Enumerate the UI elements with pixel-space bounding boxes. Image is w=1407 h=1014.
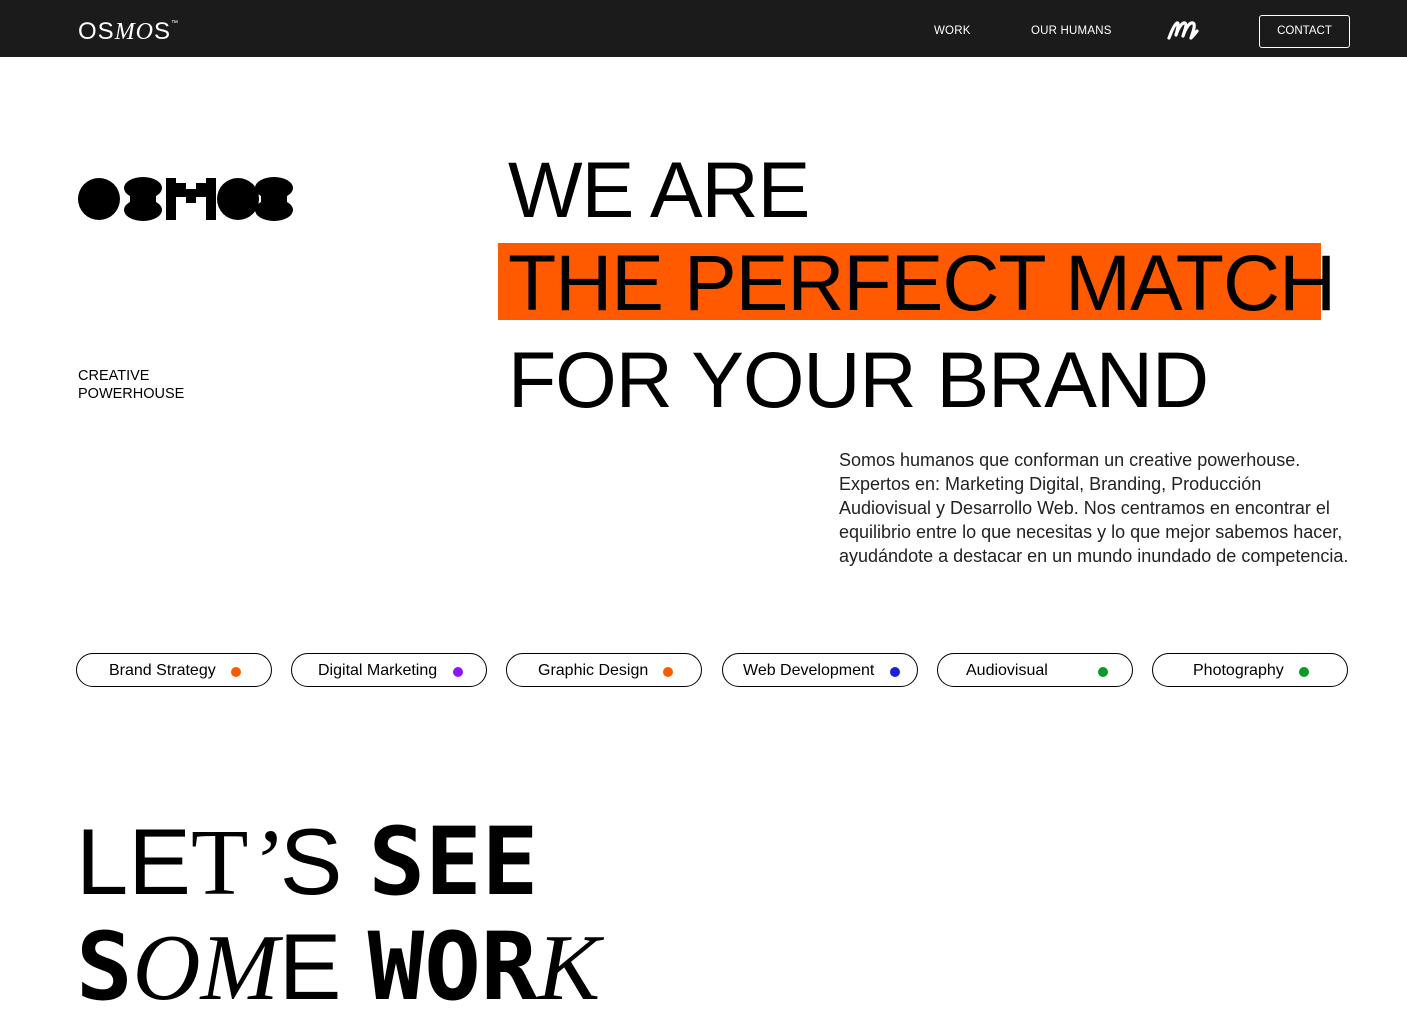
- tagline-line: CREATIVE: [78, 368, 150, 384]
- service-pill-web-development[interactable]: Web Development: [722, 653, 918, 687]
- logo-part: OS: [78, 18, 115, 45]
- logo-part: S: [154, 18, 172, 45]
- tagline: CREATIVE POWERHOUSE: [78, 367, 184, 403]
- pill-label: Audiovisual: [966, 662, 1048, 679]
- title-part: LE: [76, 809, 191, 914]
- service-pill-audiovisual[interactable]: Audiovisual: [937, 653, 1133, 687]
- pill-label: Graphic Design: [538, 662, 649, 679]
- title-part: S: [279, 809, 343, 914]
- title-part: K: [537, 916, 601, 1014]
- title-part: E: [278, 914, 342, 1014]
- title-part: ’: [248, 811, 280, 915]
- pill-label: Brand Strategy: [109, 662, 216, 679]
- contact-button[interactable]: CONTACT: [1259, 15, 1350, 48]
- headline-line-2: THE PERFECT MATCH: [508, 238, 1336, 327]
- top-navbar: OSMOS™ WORK OUR HUMANS CONTACT: [0, 0, 1407, 57]
- osmos-brand-logo: [78, 175, 294, 228]
- title-part: OM: [132, 916, 279, 1014]
- title-part: S: [76, 913, 133, 1014]
- nav-link-our-humans[interactable]: OUR HUMANS: [1031, 25, 1112, 37]
- dot-icon: [453, 667, 463, 677]
- service-pill-digital-marketing[interactable]: Digital Marketing: [291, 653, 487, 687]
- service-pill-brand-strategy[interactable]: Brand Strategy: [76, 653, 272, 687]
- title-part: SEE: [368, 808, 539, 917]
- dot-icon: [890, 667, 900, 677]
- m-logo-icon-svg: [1167, 21, 1199, 40]
- hero-description: Somos humanos que conforman un creative …: [839, 450, 1349, 566]
- title-part: WOR: [367, 913, 538, 1014]
- section-title-line-1: LET’S SEE: [76, 815, 538, 911]
- pill-label: Photography: [1193, 662, 1284, 679]
- dot-icon: [1299, 667, 1309, 677]
- service-pill-graphic-design[interactable]: Graphic Design: [506, 653, 702, 687]
- pill-label: Digital Marketing: [318, 662, 438, 679]
- pill-label: Web Development: [743, 662, 875, 679]
- dot-icon: [1098, 667, 1108, 677]
- trademark: ™: [171, 20, 180, 27]
- m-logo-icon[interactable]: [1166, 14, 1200, 44]
- headline-line-1: WE ARE: [508, 145, 810, 234]
- tagline-line: POWERHOUSE: [78, 386, 185, 402]
- dot-icon: [663, 667, 673, 677]
- dot-icon: [231, 667, 241, 677]
- section-title-line-2: SOME WORK: [76, 920, 600, 1014]
- service-pill-photography[interactable]: Photography: [1152, 653, 1348, 687]
- osmos-logo-svg: [78, 177, 293, 221]
- logo-part: MO: [114, 19, 155, 45]
- headline-line-3: FOR YOUR BRAND: [508, 335, 1209, 424]
- nav-link-work[interactable]: WORK: [934, 25, 971, 37]
- page: OSMOS™ WORK OUR HUMANS CONTACT CREATIVE …: [0, 0, 1407, 1014]
- nav-logo[interactable]: OSMOS™: [78, 18, 179, 46]
- title-part: T: [190, 811, 249, 915]
